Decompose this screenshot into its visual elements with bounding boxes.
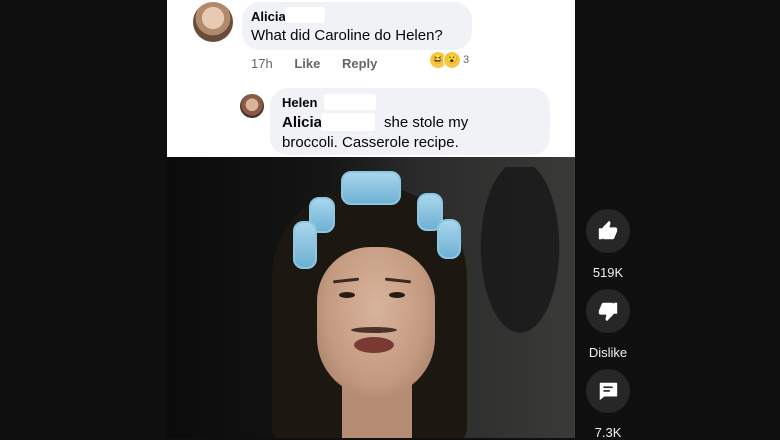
comment-like-link: Like — [294, 56, 321, 71]
redaction-block — [285, 7, 325, 23]
comment-icon — [599, 382, 618, 401]
dislike-action[interactable]: Dislike — [585, 289, 631, 360]
wow-reaction-icon: 😮 — [443, 51, 461, 69]
thumbs-up-icon — [598, 220, 618, 240]
mouth — [354, 337, 394, 353]
comment-text: What did Caroline do Helen? — [251, 27, 443, 44]
reaction-summary: 😆 😮 3 — [429, 51, 469, 69]
comments-button[interactable] — [586, 369, 630, 413]
comment-time: 17h — [251, 56, 273, 71]
like-count: 519K — [592, 265, 624, 280]
dislike-button[interactable] — [586, 289, 630, 333]
reply-mention: Alicia — [282, 114, 323, 131]
redaction-block — [324, 94, 376, 110]
facebook-comment-screenshot: Alicia What did Caroline do Helen? 17h L… — [167, 0, 575, 157]
comment-reply-link: Reply — [341, 56, 378, 71]
helen-avatar — [240, 94, 264, 118]
short-video-player[interactable]: Alicia What did Caroline do Helen? 17h L… — [167, 0, 575, 438]
hair-roller — [293, 221, 317, 269]
comment-meta: 17h Like Reply — [251, 56, 395, 71]
video-frame — [167, 157, 575, 438]
like-action[interactable]: 519K — [585, 209, 631, 280]
hair-roller — [437, 219, 461, 259]
comments-action[interactable]: 7.3K — [585, 369, 631, 440]
background-plant — [465, 167, 575, 367]
mustache — [351, 327, 397, 333]
right-eye — [389, 292, 405, 298]
left-eye — [339, 292, 355, 298]
reply-text-line2: broccoli. Casserole recipe. — [282, 134, 459, 151]
redaction-block — [321, 113, 375, 131]
dislike-label: Dislike — [588, 345, 628, 360]
like-button[interactable] — [586, 209, 630, 253]
thumbs-down-icon — [598, 302, 618, 322]
comment-author: Alicia — [251, 9, 286, 24]
person-face — [317, 247, 435, 397]
hair-roller — [341, 171, 401, 205]
reaction-count: 3 — [463, 54, 470, 66]
alicia-avatar — [193, 2, 233, 42]
reply-text-line1: she stole my — [384, 114, 469, 131]
reply-author: Helen — [282, 95, 318, 110]
